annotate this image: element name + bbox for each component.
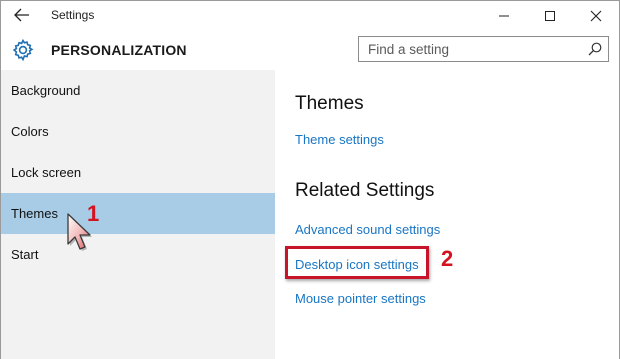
settings-window: Settings PERSONALIZATION Backg <box>0 0 620 359</box>
advanced-sound-settings-link[interactable]: Advanced sound settings <box>295 222 440 237</box>
search-input[interactable] <box>359 37 579 61</box>
main-content: Themes Theme settings Related Settings A… <box>275 70 619 359</box>
sidebar-item-start[interactable]: Start <box>1 234 275 275</box>
minimize-icon <box>499 15 509 16</box>
maximize-icon <box>545 10 555 21</box>
related-settings-heading: Related Settings <box>295 180 435 201</box>
sidebar-item-lock-screen[interactable]: Lock screen <box>1 152 275 193</box>
mouse-pointer-settings-link[interactable]: Mouse pointer settings <box>295 291 426 306</box>
sidebar-item-background[interactable]: Background <box>1 70 275 111</box>
sidebar-item-colors[interactable]: Colors <box>1 111 275 152</box>
window-title: Settings <box>51 8 95 22</box>
page-title: PERSONALIZATION <box>51 42 187 58</box>
gear-icon <box>12 38 34 62</box>
step-2-label: 2 <box>441 246 454 271</box>
maximize-button[interactable] <box>527 1 573 30</box>
sidebar-item-themes[interactable]: Themes <box>1 193 275 234</box>
title-bar: Settings <box>1 1 619 30</box>
settings-header: PERSONALIZATION <box>1 30 619 70</box>
back-button[interactable] <box>7 3 37 27</box>
themes-heading: Themes <box>295 93 364 114</box>
highlight-box <box>285 246 429 279</box>
sidebar: Background Colors Lock screen Themes Sta… <box>1 70 275 359</box>
mouse-cursor-icon <box>67 213 92 251</box>
close-button[interactable] <box>573 1 619 30</box>
search-icon[interactable] <box>588 42 602 56</box>
close-icon <box>590 10 602 21</box>
minimize-button[interactable] <box>481 1 527 30</box>
back-arrow-icon <box>14 8 29 22</box>
search-box[interactable] <box>358 36 609 62</box>
theme-settings-link[interactable]: Theme settings <box>295 132 384 147</box>
